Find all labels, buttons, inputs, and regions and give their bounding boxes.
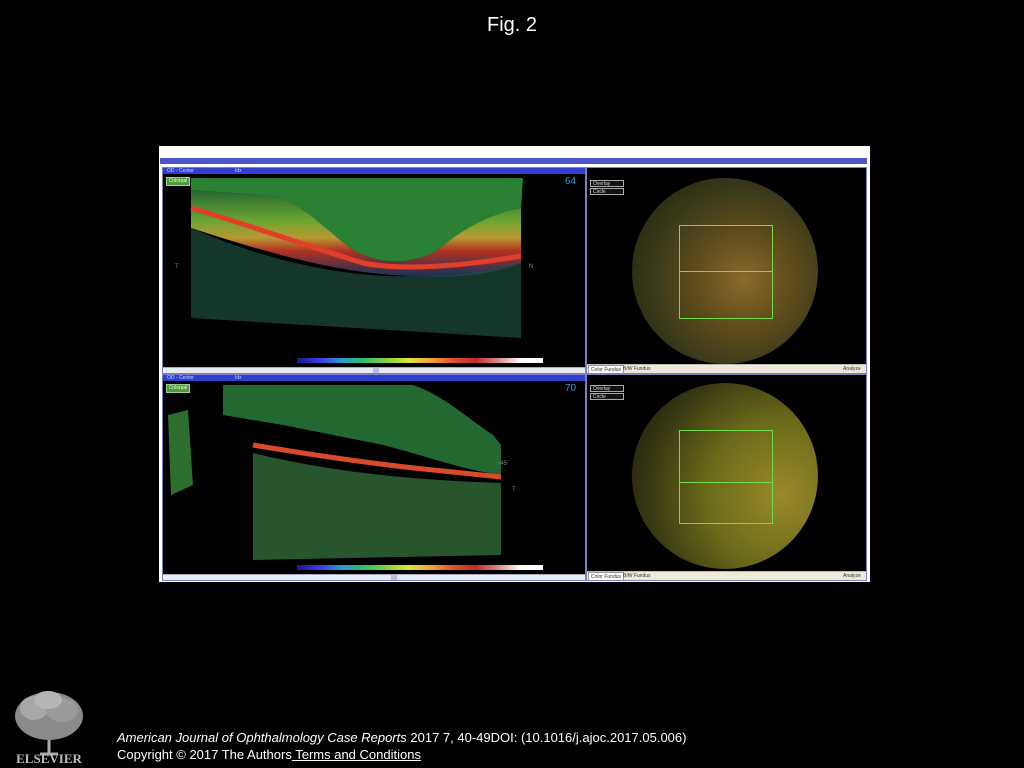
temporal-label-top: T [175, 264, 179, 270]
citation-line: American Journal of Ophthalmology Case R… [117, 730, 686, 745]
journal-name: American Journal of Ophthalmology Case R… [117, 730, 407, 745]
overlay-button-bottom[interactable]: Overlay [590, 385, 624, 392]
nasal-label-top: N [529, 264, 534, 270]
fundus-tabs-top: Color Fundus B/W Fundus Analyze [587, 364, 866, 373]
citation-details: 2017 7, 40-49DOI: (10.1016/j.ajoc.2017.0… [406, 730, 687, 745]
fundus-panel-bottom: Overlay Circle Color Fundus B/W Fundus A… [586, 374, 867, 581]
tab-bw-fundus-top[interactable]: B/W Fundus [621, 365, 653, 373]
choroid-bottom [253, 453, 501, 560]
copyright-line: Copyright © 2017 The Authors Terms and C… [117, 747, 421, 762]
detached-layer-bottom [168, 410, 193, 495]
temporal-label-bottom: T [512, 487, 516, 493]
color-scale-bar-bottom [297, 565, 543, 570]
scrollbar-thumb-top[interactable] [373, 368, 379, 373]
oct-viewer-window: OD - Center Idx Colorpal 64 T N Overlay … [159, 146, 870, 582]
terms-link[interactable]: Terms and Conditions [292, 747, 421, 762]
scan-line-top [679, 271, 773, 272]
analyze-tab-top[interactable]: Analyze [841, 365, 863, 373]
fundus-panel-top: Overlay Circle Color Fundus B/W Fundus A… [586, 167, 867, 374]
copyright-text: Copyright © 2017 The Authors [117, 747, 292, 762]
figure-title: Fig. 2 [486, 14, 538, 36]
oct-scan-image-top [190, 178, 523, 338]
horizontal-scrollbar-top[interactable] [163, 367, 585, 373]
analyze-tab-bottom[interactable]: Analyze [841, 572, 863, 580]
scan-region-box-top [679, 225, 773, 319]
overlay-button-top[interactable]: Overlay [590, 180, 624, 187]
fundus-tabs-bottom: Color Fundus B/W Fundus Analyze [587, 571, 866, 580]
circle-button-bottom[interactable]: Circle [590, 393, 624, 400]
scan-region-box-bottom [679, 430, 773, 524]
scan-number-bottom: 70 [565, 383, 577, 394]
horizontal-scrollbar-bottom[interactable] [163, 574, 585, 580]
scan-line-bottom [679, 482, 773, 483]
tab-color-fundus-bottom[interactable]: Color Fundus [588, 572, 625, 580]
marker-label-bottom: +45 [497, 461, 508, 467]
oct-panel-top: OD - Center Idx Colorpal 64 T N [162, 167, 586, 374]
window-menu-bar [160, 158, 867, 164]
scrollbar-thumb-bottom[interactable] [391, 575, 397, 580]
oct-scan-image-bottom [168, 385, 502, 560]
oct-panel-bottom: OD - Center Idx Colorpal 70 +45 T [162, 374, 586, 581]
tab-color-fundus-top[interactable]: Color Fundus [588, 365, 625, 373]
scan-number-top: 64 [565, 176, 577, 187]
tab-bw-fundus-bottom[interactable]: B/W Fundus [621, 572, 653, 580]
circle-button-top[interactable]: Circle [590, 188, 624, 195]
elsevier-wordmark: ELSEVIER [16, 751, 82, 766]
color-scale-bar-top [297, 358, 543, 363]
